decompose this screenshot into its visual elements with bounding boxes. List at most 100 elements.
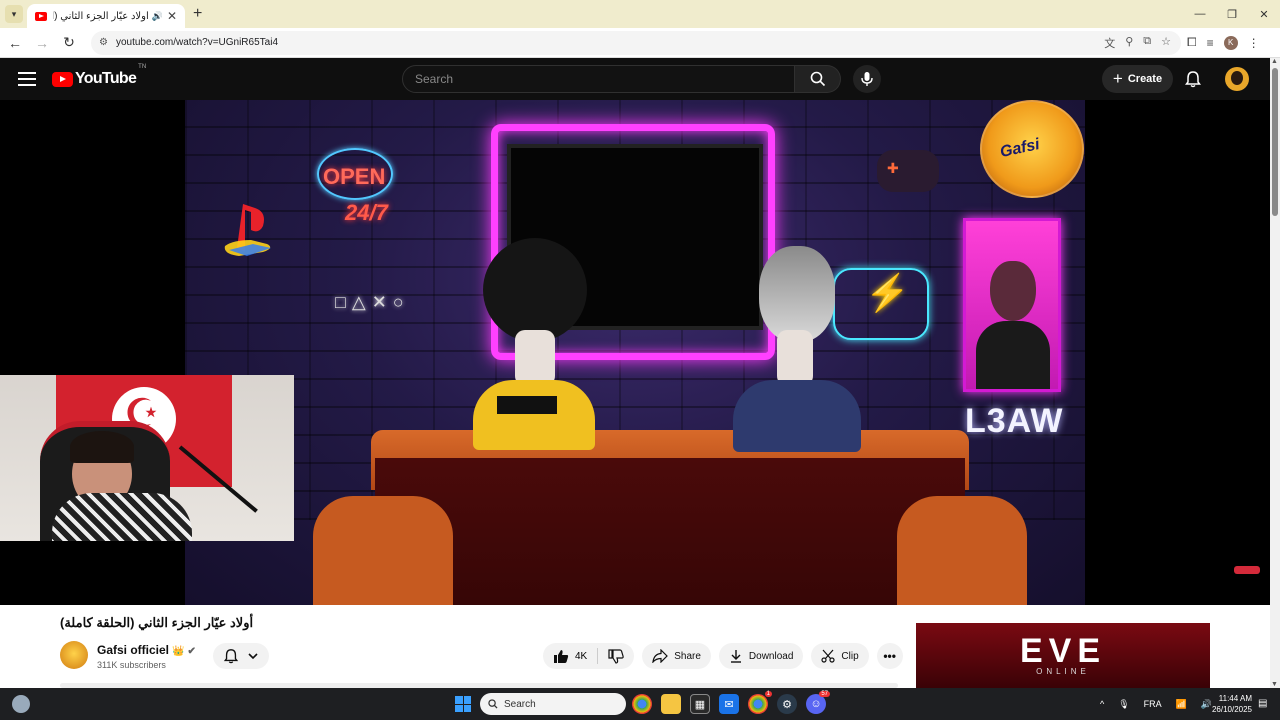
bell-icon xyxy=(1185,71,1201,88)
streamer-hair xyxy=(70,431,134,463)
clip-button[interactable]: Clip xyxy=(811,643,869,669)
character-right-shirt xyxy=(733,380,861,452)
like-button[interactable]: 4K xyxy=(543,648,599,664)
search-bar xyxy=(402,65,881,93)
ad-banner[interactable]: EVE ONLINE xyxy=(916,623,1210,688)
minimize-button[interactable]: — xyxy=(1184,0,1216,28)
weather-widget-icon[interactable] xyxy=(12,695,30,713)
browser-tab-active[interactable]: أولاد عيّار الجزء الثاني (الحلقة... 🔊 ✕ xyxy=(27,4,185,28)
sofa-arm-right xyxy=(897,496,1027,605)
restore-button[interactable]: ❐ xyxy=(1216,0,1248,28)
scroll-down-arrow-icon[interactable]: ▼ xyxy=(1271,681,1278,688)
site-info-icon[interactable]: ⚙ xyxy=(99,37,108,48)
scroll-up-arrow-icon[interactable]: ▲ xyxy=(1271,58,1278,65)
character-left-shirt xyxy=(473,380,595,450)
account-avatar[interactable] xyxy=(1225,67,1249,91)
dislike-button[interactable] xyxy=(598,648,634,664)
language-indicator[interactable]: FRA xyxy=(1144,699,1162,709)
tab-search-button[interactable]: ▾ xyxy=(5,5,23,23)
download-label: Download xyxy=(748,650,794,662)
ad-tagline: ONLINE xyxy=(1036,667,1090,676)
youtube-play-icon xyxy=(52,71,73,87)
page-scrollbar[interactable]: ▲ ▼ xyxy=(1270,58,1280,688)
search-input[interactable] xyxy=(415,72,794,86)
character-right-head xyxy=(759,246,835,342)
chrome-app-icon[interactable] xyxy=(632,694,652,714)
neon-open-sign: OPEN xyxy=(323,164,386,189)
system-tray: ^ 🎙 FRA 📶 🔊 xyxy=(1100,688,1212,720)
steam-app-icon[interactable]: ⚙ xyxy=(777,694,797,714)
reading-list-icon[interactable]: ≡ xyxy=(1207,36,1214,50)
verified-icon: ✔ xyxy=(187,646,196,657)
chrome-active-app-icon[interactable]: 1 xyxy=(748,691,772,714)
chevron-down-icon xyxy=(248,653,258,660)
tray-chevron-up-icon[interactable]: ^ xyxy=(1100,699,1104,709)
channel-name-row[interactable]: Gafsi officiel 👑 ✔ xyxy=(97,643,196,657)
translate-icon[interactable]: 文 xyxy=(1104,35,1115,51)
wifi-icon[interactable]: 📶 xyxy=(1176,699,1187,710)
search-button[interactable] xyxy=(795,65,841,93)
start-button[interactable] xyxy=(455,696,471,712)
outlook-app-icon[interactable]: ✉ xyxy=(719,694,739,714)
profile-avatar[interactable]: K xyxy=(1223,35,1238,50)
watermark-text: Gafsi xyxy=(998,136,1042,161)
logo-country-code: TN xyxy=(138,64,147,70)
back-button[interactable]: ← xyxy=(3,35,27,51)
extensions-icon[interactable]: ⧠ xyxy=(1187,35,1197,50)
video-player[interactable]: OPEN 24/7 □△✕○ ⚡ Gafsi L3AW xyxy=(0,100,1270,605)
ps-buttons-sign: □△✕○ xyxy=(335,292,410,312)
youtube-logo[interactable]: YouTube TN xyxy=(52,64,146,88)
crown-icon: 👑 xyxy=(172,646,185,657)
channel-avatar[interactable] xyxy=(60,641,88,669)
character-left-neck xyxy=(515,330,555,386)
browser-menu-icon[interactable]: ⋮ xyxy=(1248,36,1260,50)
scroll-thumb[interactable] xyxy=(1272,68,1278,216)
voice-search-button[interactable] xyxy=(853,65,881,93)
thumbs-up-icon xyxy=(554,649,569,663)
gamepad-sign-icon xyxy=(877,150,939,192)
subscribe-watermark-button[interactable] xyxy=(1234,566,1260,574)
channel-name[interactable]: Gafsi officiel xyxy=(97,643,169,657)
close-window-button[interactable]: ✕ xyxy=(1248,0,1280,28)
download-button[interactable]: Download xyxy=(718,643,804,669)
notification-center-icon[interactable]: ▤ xyxy=(1258,698,1267,709)
character-right-neck xyxy=(777,330,813,386)
video-actions: 4K Share Download Clip ••• xyxy=(543,643,903,669)
bookmark-star-icon[interactable]: ☆ xyxy=(1161,35,1171,51)
speaker-icon[interactable]: 🔊 xyxy=(152,11,163,22)
share-button[interactable]: Share xyxy=(642,643,711,669)
youtube-favicon-icon xyxy=(35,11,47,21)
tab-close-icon[interactable]: ✕ xyxy=(167,9,177,23)
taskbar-clock[interactable]: 11:44 AM 26/10/2025 xyxy=(1208,693,1252,715)
menu-icon[interactable] xyxy=(18,72,36,86)
install-app-icon[interactable]: ⧉ xyxy=(1143,35,1151,51)
subscription-bell-button[interactable] xyxy=(213,643,269,669)
clip-label: Clip xyxy=(841,650,859,662)
file-explorer-icon[interactable] xyxy=(661,694,681,714)
new-tab-button[interactable]: + xyxy=(193,5,202,23)
browser-tab-strip: ▾ أولاد عيّار الجزء الثاني (الحلقة... 🔊 … xyxy=(0,0,1280,28)
store-app-icon[interactable]: ▦ xyxy=(690,694,710,714)
omnibox[interactable]: ⚙ youtube.com/watch?v=UGniR65Tai4 文 ⚲ ⧉ … xyxy=(91,30,1181,55)
create-button[interactable]: + Create xyxy=(1102,65,1173,93)
zoom-icon[interactable]: ⚲ xyxy=(1125,35,1133,51)
search-icon xyxy=(488,699,498,709)
video-frame[interactable]: OPEN 24/7 □△✕○ ⚡ Gafsi L3AW xyxy=(185,100,1085,605)
scissors-icon xyxy=(821,649,836,663)
discord-app-icon[interactable]: ☺ 57 xyxy=(806,691,830,714)
clock-time: 11:44 AM xyxy=(1218,694,1252,703)
taskbar-search[interactable]: Search xyxy=(480,693,626,715)
notifications-button[interactable] xyxy=(1184,70,1202,93)
window-controls: — ❐ ✕ xyxy=(1184,0,1280,28)
sofa-arm-left xyxy=(313,496,453,605)
url-text[interactable]: youtube.com/watch?v=UGniR65Tai4 xyxy=(116,37,1104,48)
streamer-shirt xyxy=(52,493,192,541)
tray-microphone-icon[interactable]: 🎙 xyxy=(1118,699,1129,710)
youtube-header: YouTube TN + Create xyxy=(0,58,1270,100)
more-actions-button[interactable]: ••• xyxy=(876,643,903,669)
like-dislike-group: 4K xyxy=(543,643,635,669)
reload-button[interactable]: ↻ xyxy=(57,34,81,51)
taskbar-apps: ▦ ✉ 1 ⚙ ☺ 57 xyxy=(632,691,830,714)
video-info: أولاد عيّار الجزء الثاني (الحلقة كاملة) … xyxy=(0,605,1270,688)
forward-button[interactable]: → xyxy=(30,35,54,51)
